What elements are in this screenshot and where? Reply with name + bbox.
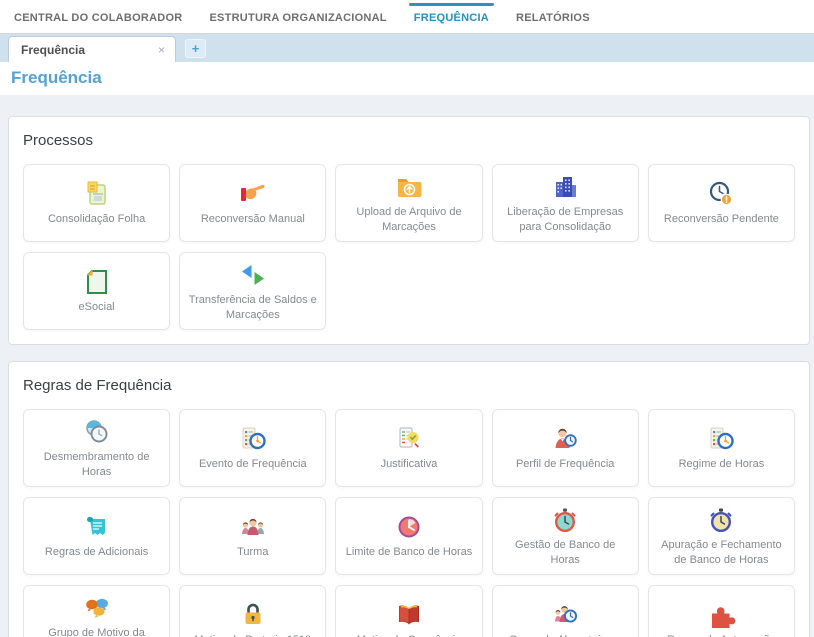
card-label: Grupo de Absenteísmo	[509, 633, 622, 637]
top-navigation: CENTRAL DO COLABORADOR ESTRUTURA ORGANIZ…	[0, 0, 814, 34]
card-label: Liberação de Empresas para Consolidação	[501, 205, 630, 234]
pointing-hand-icon	[238, 179, 268, 209]
card-label: Motivo de Ocorrência	[357, 633, 462, 637]
card-label: Turma	[237, 545, 268, 560]
panel-processos: Processos Consolidação Folha Reconversão …	[8, 116, 810, 345]
card-motivo-da-portaria-1510[interactable]: Motivo da Portaria 1510	[179, 585, 326, 637]
card-label: Regime de Horas	[679, 457, 765, 472]
clock-warning-icon	[706, 179, 736, 209]
card-label: Desmembramento de Horas	[32, 450, 161, 479]
buildings-icon	[550, 172, 580, 202]
card-regime-de-horas[interactable]: Regime de Horas	[648, 409, 795, 487]
card-turma[interactable]: Turma	[179, 497, 326, 575]
card-reconversao-pendente[interactable]: Reconversão Pendente	[648, 164, 795, 242]
page-title: Frequência	[11, 68, 102, 87]
card-limite-de-banco-de-horas[interactable]: Limite de Banco de Horas	[335, 497, 482, 575]
nav-item-central-do-colaborador[interactable]: CENTRAL DO COLABORADOR	[13, 2, 183, 32]
card-upload-de-arquivo-de-marcacoes[interactable]: Upload de Arquivo de Marcações	[335, 164, 482, 242]
puzzle-icon	[706, 600, 736, 630]
checklist-clock-icon	[238, 424, 268, 454]
tab-label: Frequência	[21, 43, 85, 57]
card-label: Reconversão Pendente	[664, 212, 779, 227]
tab-frequencia[interactable]: Frequência ×	[8, 36, 176, 62]
cards-grid-processos: Consolidação Folha Reconversão Manual Uplo…	[23, 164, 795, 330]
card-label: Consolidação Folha	[48, 212, 145, 227]
card-perfil-de-frequencia[interactable]: Perfil de Frequência	[492, 409, 639, 487]
card-regras-de-adicionais[interactable]: Regras de Adicionais	[23, 497, 170, 575]
document-green-icon	[82, 267, 112, 297]
card-label: Apuração e Fechamento de Banco de Horas	[657, 538, 786, 567]
card-grupo-de-motivo-da-justificativa[interactable]: Grupo de Motivo da Justificativa	[23, 585, 170, 637]
person-clock-icon	[550, 424, 580, 454]
nav-item-estrutura-organizacional[interactable]: ESTRUTURA ORGANIZACIONAL	[208, 2, 387, 32]
padlock-icon	[238, 600, 268, 630]
card-liberacao-de-empresas-para-consolidacao[interactable]: Liberação de Empresas para Consolidação	[492, 164, 639, 242]
panel-regras-de-frequencia: Regras de Frequência Desmembramento de H…	[8, 361, 810, 637]
nav-item-frequencia[interactable]: FREQUÊNCIA	[413, 2, 490, 32]
close-icon[interactable]: ×	[158, 44, 165, 56]
title-bar: Frequência	[0, 62, 814, 95]
document-check-pen-icon	[394, 424, 424, 454]
card-label: Regras de Adicionais	[45, 545, 148, 560]
card-motivo-de-ocorrencia[interactable]: Motivo de Ocorrência	[335, 585, 482, 637]
transfer-arrows-icon	[238, 260, 268, 290]
card-apuracao-e-fechamento-de-banco-de-horas[interactable]: Apuração e Fechamento de Banco de Horas	[648, 497, 795, 575]
card-evento-de-frequencia[interactable]: Evento de Frequência	[179, 409, 326, 487]
section-title: Processos	[23, 132, 795, 149]
card-desmembramento-de-horas[interactable]: Desmembramento de Horas	[23, 409, 170, 487]
clock-pink-icon	[394, 512, 424, 542]
stopwatch-blue-icon	[706, 505, 736, 535]
people-clock-icon	[550, 600, 580, 630]
notepad-icon	[82, 179, 112, 209]
chat-bubbles-icon	[82, 593, 112, 623]
section-title: Regras de Frequência	[23, 377, 795, 394]
nav-item-relatorios[interactable]: RELATÓRIOS	[515, 2, 591, 32]
card-label: Evento de Frequência	[199, 457, 307, 472]
main-content: Processos Consolidação Folha Reconversão …	[0, 95, 814, 637]
card-reconversao-manual[interactable]: Reconversão Manual	[179, 164, 326, 242]
card-label: Regras de Automação	[667, 633, 776, 637]
card-label: Reconversão Manual	[201, 212, 305, 227]
card-justificativa[interactable]: Justificativa	[335, 409, 482, 487]
card-label: Limite de Banco de Horas	[346, 545, 473, 560]
people-group-icon	[238, 512, 268, 542]
plus-icon: +	[192, 42, 200, 55]
book-red-icon	[394, 600, 424, 630]
card-label: Justificativa	[381, 457, 438, 472]
card-gestao-de-banco-de-horas[interactable]: Gestão de Banco de Horas	[492, 497, 639, 575]
card-label: Perfil de Frequência	[516, 457, 614, 472]
checklist-clock-icon	[706, 424, 736, 454]
card-label: Upload de Arquivo de Marcações	[344, 205, 473, 234]
card-label: Gestão de Banco de Horas	[501, 538, 630, 567]
tab-strip: Frequência × +	[0, 34, 814, 62]
folder-upload-icon	[394, 172, 424, 202]
card-label: Grupo de Motivo da Justificativa	[32, 626, 161, 637]
add-tab-button[interactable]: +	[185, 39, 206, 58]
scroll-icon	[82, 512, 112, 542]
card-grupo-de-absenteismo[interactable]: Grupo de Absenteísmo	[492, 585, 639, 637]
card-label: Transferência de Saldos e Marcações	[188, 293, 317, 322]
stopwatch-red-icon	[550, 505, 580, 535]
card-transferencia-de-saldos-e-marcacoes[interactable]: Transferência de Saldos e Marcações	[179, 252, 326, 330]
card-esocial[interactable]: eSocial	[23, 252, 170, 330]
card-regras-de-automacao[interactable]: Regras de Automação	[648, 585, 795, 637]
clocks-overlap-icon	[82, 417, 112, 447]
card-consolidacao-folha[interactable]: Consolidação Folha	[23, 164, 170, 242]
card-label: eSocial	[79, 300, 115, 315]
card-label: Motivo da Portaria 1510	[194, 633, 311, 637]
cards-grid-regras-de-frequencia: Desmembramento de Horas Evento de Frequên…	[23, 409, 795, 637]
